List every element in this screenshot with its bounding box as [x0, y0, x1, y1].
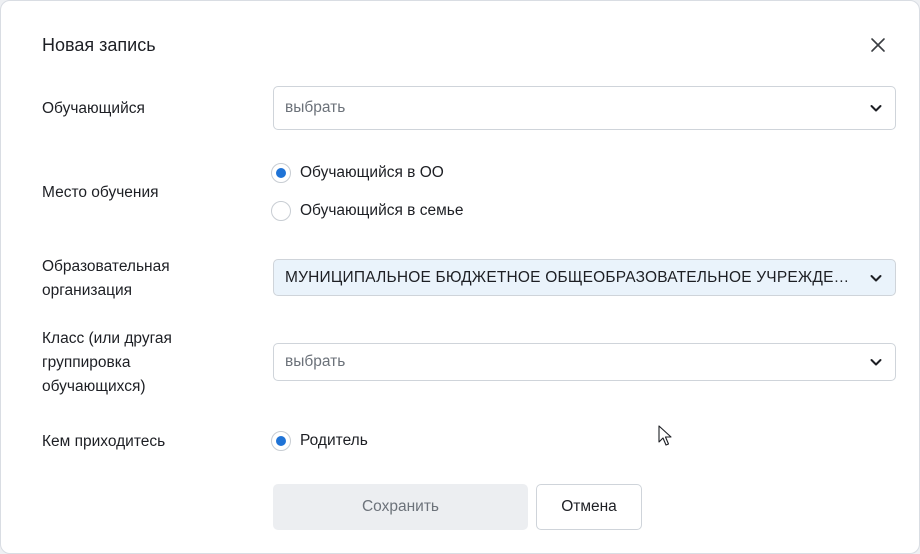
student-select[interactable]: выбрать [273, 86, 896, 130]
organization-select[interactable]: МУНИЦИПАЛЬНОЕ БЮДЖЕТНОЕ ОБЩЕОБРАЗОВАТЕЛЬ… [273, 259, 896, 296]
dialog-title: Новая запись [42, 35, 156, 55]
class-select-placeholder: выбрать [285, 353, 346, 370]
mouse-cursor-icon [658, 425, 672, 446]
radio-place-school[interactable]: Обучающийся в ОО [271, 161, 444, 185]
radio-place-school-label: Обучающийся в ОО [300, 164, 444, 181]
close-button[interactable] [865, 32, 891, 58]
student-label: Обучающийся [42, 100, 145, 117]
radio-relation-parent[interactable]: Родитель [271, 429, 368, 453]
organization-select-value: МУНИЦИПАЛЬНОЕ БЮДЖЕТНОЕ ОБЩЕОБРАЗОВАТЕЛЬ… [285, 268, 855, 286]
relation-label: Кем приходитесь [42, 433, 166, 450]
radio-relation-parent-label: Родитель [300, 432, 368, 449]
radio-place-family-label: Обучающийся в семье [300, 202, 464, 219]
radio-button-checked[interactable] [271, 431, 291, 451]
student-select-placeholder: выбрать [285, 99, 346, 116]
save-button[interactable]: Сохранить [273, 484, 528, 530]
cancel-button[interactable]: Отмена [536, 484, 642, 530]
chevron-down-icon [870, 105, 882, 112]
class-label: Класс (или другая группировка обучающихс… [42, 330, 172, 395]
chevron-down-icon [870, 274, 882, 281]
chevron-down-icon [870, 359, 882, 366]
radio-place-family[interactable]: Обучающийся в семье [271, 199, 463, 223]
close-icon [871, 38, 885, 52]
radio-button-unchecked[interactable] [271, 201, 291, 221]
radio-button-checked[interactable] [271, 163, 291, 183]
class-select[interactable]: выбрать [273, 343, 896, 381]
new-record-dialog: Новая запись Обучающийся выбрать Место о… [0, 0, 920, 554]
organization-label: Образовательная организация [42, 258, 170, 299]
place-label: Место обучения [42, 184, 159, 201]
